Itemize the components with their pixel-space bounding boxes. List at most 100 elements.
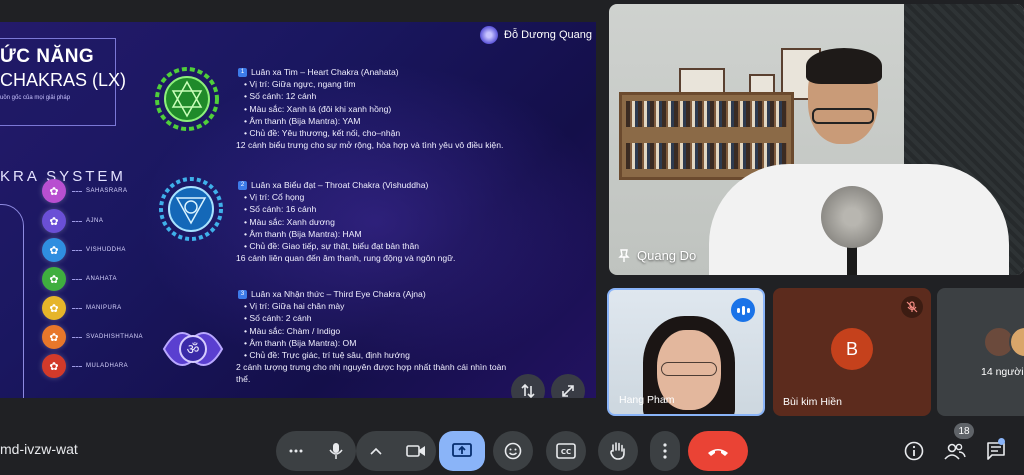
third-eye-chakra-icon: ✿ — [42, 209, 66, 233]
swap-layout-button[interactable] — [511, 374, 545, 398]
swap-vertical-icon — [521, 383, 535, 398]
third-eye-chakra-description: 3 Luân xa Nhận thức – Third Eye Chakra (A… — [236, 289, 507, 385]
mic-off-icon — [901, 296, 923, 318]
speaker-hair — [806, 48, 882, 84]
chakra-heading: Luân xa Tim – Heart Chakra (Anahata) — [251, 67, 399, 77]
chakra-list-item: ✿ AJNA — [42, 209, 103, 233]
reactions-button[interactable] — [493, 431, 533, 471]
avatar: B — [831, 328, 873, 370]
brand-logo-icon — [480, 26, 499, 44]
svg-text:ॐ: ॐ — [187, 342, 200, 358]
presenter-brand: Đỗ Dương Quang — [480, 26, 592, 44]
chakra-summary: 16 cánh liên quan đến âm thanh, rung độn… — [236, 253, 456, 264]
microphone-button[interactable] — [316, 431, 356, 471]
more-options-button[interactable] — [650, 431, 680, 471]
chakra-list-label: VISHUDDHA — [86, 247, 126, 253]
chakra-summary: thể. — [236, 374, 251, 385]
heart-chakra-icon: ✿ — [42, 267, 66, 291]
chat-button[interactable] — [981, 436, 1011, 466]
pin-icon — [618, 248, 630, 262]
chakra-heading: Luân xa Nhận thức – Third Eye Chakra (Aj… — [251, 289, 426, 299]
audio-controls — [276, 431, 356, 471]
participant-count-badge: 18 — [954, 423, 974, 439]
throat-chakra-description: 2 Luân xa Biểu đạt – Throat Chakra (Vishu… — [236, 180, 456, 264]
chakra-detail: Vị trí: Giữa ngực, ngang tim — [249, 79, 356, 90]
meeting-code: md-ivzw-wat — [0, 441, 78, 457]
video-camera-icon — [406, 445, 425, 457]
chakra-list-label: MULADHARA — [86, 363, 129, 369]
chakra-detail: Chủ đề: Yêu thương, kết nối, cho–nhận — [249, 128, 401, 139]
participant-name: Bùi kim Hiền — [783, 396, 842, 408]
microphone-stand — [847, 244, 857, 275]
present-screen-button[interactable] — [439, 431, 485, 471]
chakra-detail: Chủ đề: Trực giác, trí tuệ sâu, định hướ… — [249, 350, 410, 361]
chakra-list-label: SVADHISHTHANA — [86, 334, 144, 340]
more-participants-tile[interactable]: 14 người — [937, 288, 1024, 416]
chakra-detail: Vị trí: Cổ họng — [249, 192, 305, 203]
fullscreen-button[interactable] — [551, 374, 585, 398]
body-outline-icon — [0, 204, 24, 398]
participant-tile[interactable]: B Bùi kim Hiền — [773, 288, 931, 416]
microphone-windscreen — [821, 186, 883, 248]
chakra-detail: Chủ đề: Giao tiếp, sự thật, biểu đạt bản… — [249, 241, 420, 252]
sacral-chakra-icon: ✿ — [42, 325, 66, 349]
leave-call-button[interactable] — [688, 431, 748, 471]
expand-icon — [562, 385, 574, 397]
chakra-detail: Màu sắc: Xanh lá (đôi khi xanh hồng) — [249, 103, 392, 114]
chakra-list-item: ✿ ANAHATA — [42, 267, 117, 291]
solar-plexus-chakra-icon: ✿ — [42, 296, 66, 320]
participant-name: Hang Pham — [619, 394, 675, 406]
unread-indicator — [998, 438, 1005, 445]
presentation-slide: ỨC NĂNG CHAKRAS (LX) uồn gốc của mọi giả… — [0, 22, 596, 398]
speaker-glasses — [812, 108, 874, 124]
chakra-list-label: ANAHATA — [86, 276, 117, 282]
captions-icon: CC — [556, 443, 576, 459]
slide-title: ỨC NĂNG — [0, 46, 95, 67]
chakra-detail: Vị trí: Giữa hai chân mày — [249, 301, 345, 312]
chakra-list-label: MANIPURA — [86, 305, 122, 311]
chakra-heading: Luân xa Biểu đạt – Throat Chakra (Vishud… — [251, 180, 429, 190]
chakra-detail: Màu sắc: Xanh dương — [249, 216, 335, 227]
heart-chakra-description: 1 Luân xa Tim – Heart Chakra (Anahata) • … — [236, 67, 504, 151]
raise-hand-button[interactable] — [598, 431, 638, 471]
svg-text:CC: CC — [561, 448, 571, 456]
chakra-detail: Số cánh: 12 cánh — [249, 91, 317, 102]
chakra-list-item: ✿ MULADHARA — [42, 354, 128, 378]
people-button[interactable] — [940, 436, 970, 466]
throat-chakra-symbol-icon — [159, 177, 223, 241]
participant-name-tag: Quang Do — [617, 248, 696, 263]
chakra-list-label: AJNA — [86, 218, 104, 224]
chakra-detail: Âm thanh (Bija Mantra): YAM — [249, 115, 361, 126]
camera-button[interactable] — [396, 431, 436, 471]
chakra-detail: Màu sắc: Chàm / Indigo — [249, 325, 341, 336]
info-icon — [904, 441, 924, 461]
heart-chakra-symbol-icon — [155, 67, 219, 131]
video-options-button[interactable] — [356, 431, 396, 471]
participant-tile-main[interactable]: Quang Do — [609, 4, 1024, 275]
microphone-icon — [329, 443, 343, 459]
audio-options-button[interactable] — [276, 431, 316, 471]
third-eye-chakra-symbol-icon: ॐ — [162, 331, 224, 367]
participant-name: Quang Do — [637, 248, 697, 263]
captions-button[interactable]: CC — [546, 431, 586, 471]
chakra-list-item: ✿ SVADHISHTHANA — [42, 325, 143, 349]
end-call-icon — [708, 449, 728, 456]
chevron-up-icon — [370, 447, 382, 455]
number-badge-icon: 3 — [238, 289, 247, 299]
meeting-details-button[interactable] — [899, 436, 929, 466]
crown-chakra-icon: ✿ — [42, 179, 66, 203]
chakra-detail: Âm thanh (Bija Mantra): HAM — [249, 228, 362, 239]
chakra-list-item: ✿ VISHUDDHA — [42, 238, 126, 262]
meet-window: ỨC NĂNG CHAKRAS (LX) uồn gốc của mọi giả… — [0, 0, 1024, 475]
slide-title-line2: CHAKRAS (LX) — [0, 70, 127, 90]
present-screen-icon — [452, 443, 472, 457]
root-chakra-icon: ✿ — [42, 354, 66, 378]
chakra-detail: Âm thanh (Bija Mantra): OM — [249, 337, 357, 348]
participant-glasses — [661, 362, 717, 376]
more-participants-label: 14 người — [981, 366, 1024, 378]
participant-tile[interactable]: Hang Pham — [607, 288, 765, 416]
emoji-icon — [504, 442, 522, 460]
chakra-list-item: ✿ MANIPURA — [42, 296, 122, 320]
number-badge-icon: 1 — [238, 67, 247, 77]
people-icon — [944, 443, 966, 460]
